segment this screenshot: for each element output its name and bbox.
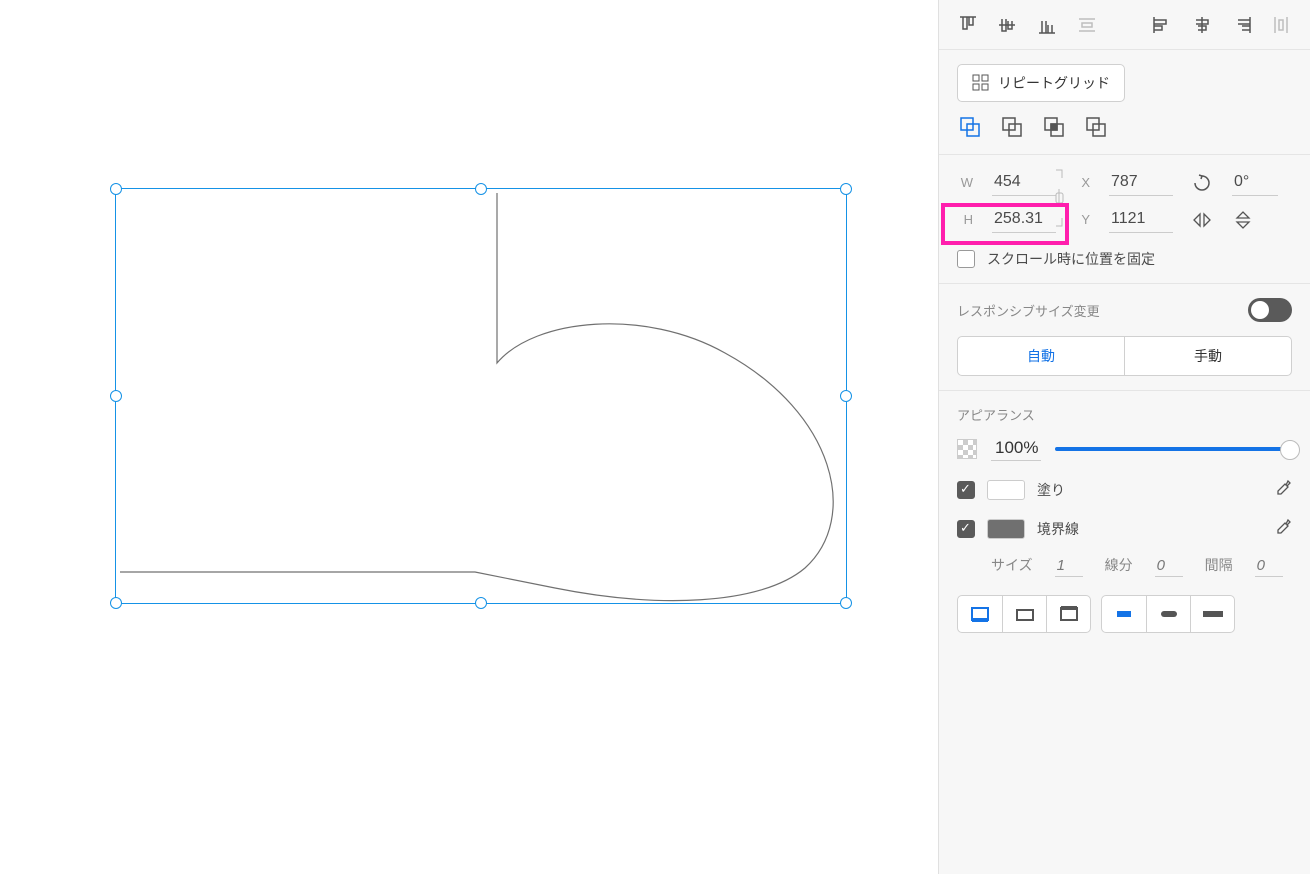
resize-handle-ml[interactable] [110,390,122,402]
resize-handle-tm[interactable] [475,183,487,195]
repeat-boolean-section: リピートグリッド [939,50,1310,155]
responsive-toggle[interactable] [1248,298,1292,322]
fill-label: 塗り [1037,480,1065,500]
responsive-auto-button[interactable]: 自動 [958,337,1124,375]
responsive-title: レスポンシブサイズ変更 [957,301,1100,320]
appearance-section: アピアランス 100% 塗り 境界線 サイズ 線分 間隔 [939,391,1310,647]
stroke-gap-input[interactable] [1255,555,1283,577]
stroke-align-outer-button[interactable] [1046,596,1090,632]
opacity-checker-icon [957,439,977,459]
fill-eyedropper-button[interactable] [1274,479,1292,500]
y-label: Y [1074,212,1090,227]
fix-position-checkbox[interactable] [957,250,975,268]
resize-handle-tl[interactable] [110,183,122,195]
repeat-grid-label: リピートグリッド [998,73,1110,93]
height-label: H [957,212,973,227]
fill-enable-checkbox[interactable] [957,481,975,499]
inspector-panel: リピートグリッド W X H Y スクロール時に位置を固定 [938,0,1310,874]
cap-round-button[interactable] [1146,596,1190,632]
flip-vertical-button[interactable] [1232,211,1254,229]
width-label: W [957,175,973,190]
align-bottom-button[interactable] [1036,13,1058,37]
fill-color-swatch[interactable] [987,480,1025,500]
fix-position-label: スクロール時に位置を固定 [987,249,1155,269]
y-input[interactable] [1109,206,1173,233]
width-input[interactable] [992,169,1056,196]
responsive-section: レスポンシブサイズ変更 自動 手動 [939,284,1310,391]
selection-bounding-box[interactable] [115,188,847,604]
cap-butt-button[interactable] [1102,596,1146,632]
rotation-input[interactable] [1232,169,1278,196]
x-input[interactable] [1109,169,1173,196]
cap-projecting-button[interactable] [1190,596,1234,632]
stroke-dash-input[interactable] [1155,555,1183,577]
border-eyedropper-button[interactable] [1274,518,1292,539]
opacity-slider[interactable] [1055,447,1292,451]
boolean-intersect-button[interactable] [1041,114,1067,140]
resize-handle-br[interactable] [840,597,852,609]
stroke-gap-label: 間隔 [1205,555,1233,577]
height-input[interactable] [992,206,1056,233]
resize-handle-tr[interactable] [840,183,852,195]
boolean-subtract-button[interactable] [999,114,1025,140]
responsive-mode-segment: 自動 手動 [957,336,1292,376]
stroke-size-input[interactable] [1055,555,1083,577]
lock-aspect-icon[interactable] [1055,169,1069,227]
stroke-align-inner-button[interactable] [958,596,1002,632]
distribute-horizontal-button[interactable] [1270,13,1292,37]
stroke-align-center-button[interactable] [1002,596,1046,632]
border-label: 境界線 [1037,519,1079,539]
transform-section: W X H Y スクロール時に位置を固定 [939,155,1310,284]
stroke-size-label: サイズ [991,555,1033,577]
resize-handle-mr[interactable] [840,390,852,402]
border-color-swatch[interactable] [987,519,1025,539]
resize-handle-bl[interactable] [110,597,122,609]
responsive-manual-button[interactable]: 手動 [1124,337,1291,375]
opacity-input[interactable]: 100% [991,436,1041,461]
resize-handle-bm[interactable] [475,597,487,609]
rotate-icon[interactable] [1191,174,1213,192]
repeat-grid-button[interactable]: リピートグリッド [957,64,1125,102]
grid-icon [972,74,990,92]
distribute-vertical-button[interactable] [1076,13,1098,37]
stroke-dash-label: 線分 [1105,555,1133,577]
x-label: X [1074,175,1090,190]
appearance-title: アピアランス [957,405,1292,424]
align-left-button[interactable] [1152,13,1174,37]
boolean-add-button[interactable] [957,114,983,140]
align-middle-button[interactable] [997,13,1019,37]
align-center-button[interactable] [1191,13,1213,37]
align-top-button[interactable] [957,13,979,37]
align-right-button[interactable] [1231,13,1253,37]
border-enable-checkbox[interactable] [957,520,975,538]
alignment-toolbar [939,0,1310,50]
boolean-exclude-button[interactable] [1083,114,1109,140]
flip-horizontal-button[interactable] [1191,212,1213,228]
design-canvas[interactable] [0,0,938,874]
